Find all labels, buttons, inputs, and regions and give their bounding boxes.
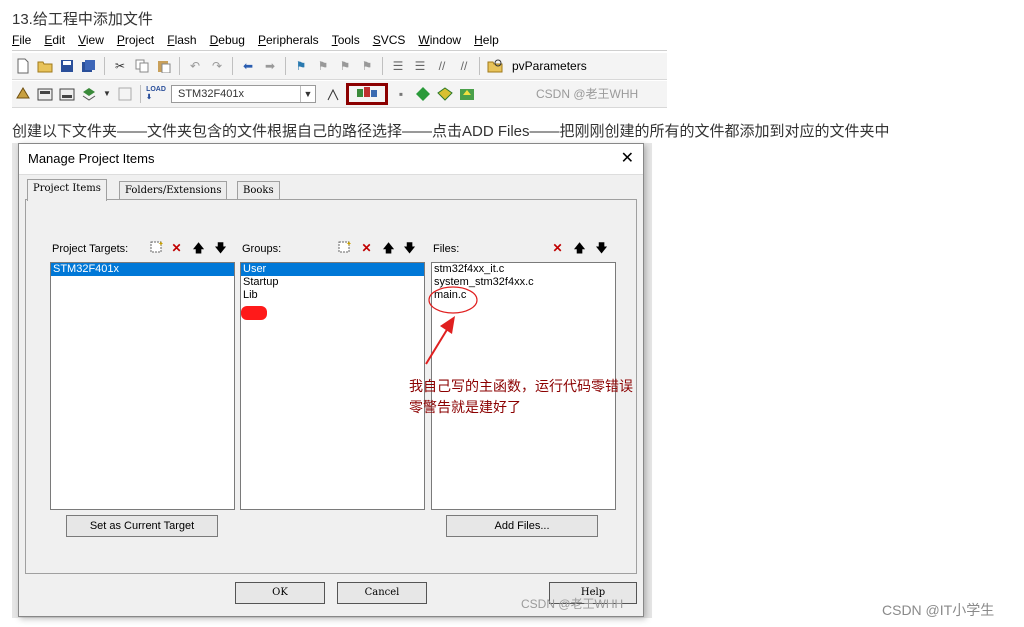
watermark-dialog: CSDN @老王WHH	[521, 597, 624, 611]
annotation-circle	[428, 286, 478, 314]
watermark-bottom: CSDN @IT小学生	[882, 602, 995, 618]
annotation-overlay	[425, 286, 478, 365]
annotation-arrow-head	[440, 316, 455, 334]
annotation-arrow-line	[425, 327, 449, 365]
annotation-text: 我自己写的主函数，运行代码零错误零警告就是建好了	[409, 378, 633, 415]
tab-project-items[interactable]: Project Items	[27, 179, 107, 201]
